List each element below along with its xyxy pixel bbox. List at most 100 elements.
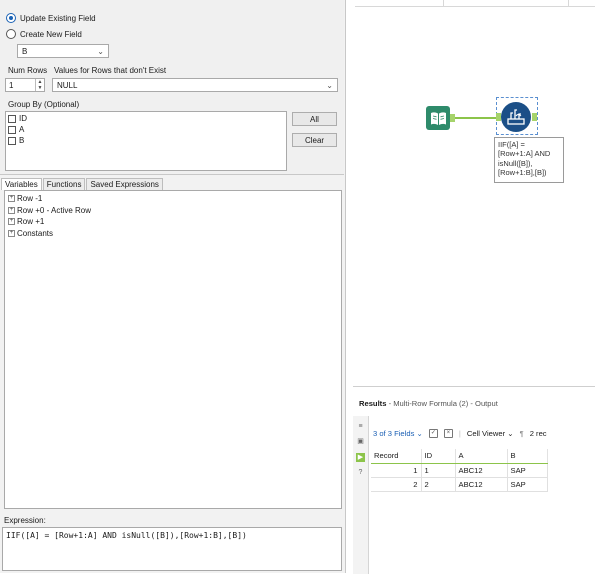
results-title: Results - Multi-Row Formula (2) - Output bbox=[359, 399, 498, 408]
help-icon[interactable]: ? bbox=[356, 468, 365, 477]
group-by-checkbox[interactable] bbox=[8, 125, 16, 134]
expand-plus-icon[interactable]: + bbox=[8, 195, 15, 203]
column-header-record[interactable]: Record bbox=[371, 449, 422, 464]
chevron-down-icon: ⌄ bbox=[97, 46, 104, 56]
data-view-icon[interactable]: ▶ bbox=[356, 453, 365, 462]
results-table: Record ID A B 1 1 ABC12 SAP 2 2 ABC12 SA… bbox=[371, 449, 548, 492]
record-cell[interactable]: 1 bbox=[371, 462, 422, 478]
pilcrow-icon[interactable]: ¶ bbox=[520, 429, 524, 438]
tab-variables[interactable]: Variables bbox=[1, 178, 42, 190]
chevron-down-icon: ⌄ bbox=[416, 428, 423, 438]
stepper-down-icon[interactable]: ▼ bbox=[36, 85, 44, 91]
top-strip bbox=[355, 0, 595, 7]
annotation-line: IIF([A] = bbox=[498, 140, 525, 149]
id-cell[interactable]: 2 bbox=[420, 476, 456, 492]
results-side-toolbar: ≡ ▣ ▶ ? bbox=[353, 416, 369, 574]
cell-viewer-toggle[interactable]: Cell Viewer ⌄ bbox=[467, 429, 514, 438]
results-panel: Results - Multi-Row Formula (2) - Output… bbox=[353, 386, 595, 574]
id-cell[interactable]: 1 bbox=[420, 462, 456, 478]
configuration-panel: Update Existing Field Create New Field B… bbox=[0, 0, 346, 573]
expand-plus-icon[interactable]: + bbox=[8, 206, 15, 214]
divider bbox=[568, 0, 569, 7]
annotation-line: [Row+1:B],[B]) bbox=[498, 168, 547, 178]
close-box-icon[interactable]: × bbox=[443, 428, 453, 438]
tree-item-label: Row -1 bbox=[17, 194, 43, 204]
connection-line bbox=[455, 117, 499, 119]
expand-plus-icon[interactable]: + bbox=[8, 229, 15, 237]
update-existing-option[interactable]: Update Existing Field bbox=[6, 13, 96, 23]
tree-item-active-row[interactable]: + Row +0 - Active Row bbox=[8, 205, 338, 217]
divider bbox=[443, 0, 444, 7]
table-icon[interactable]: ▣ bbox=[356, 437, 365, 446]
edit-icon[interactable]: ✓ bbox=[428, 428, 438, 438]
group-by-item-label: B bbox=[19, 136, 25, 145]
chevron-down-icon: ⌄ bbox=[326, 80, 333, 90]
update-existing-radio[interactable] bbox=[6, 13, 16, 23]
group-by-checkbox[interactable] bbox=[8, 136, 16, 145]
book-input-icon bbox=[430, 111, 446, 125]
create-new-option[interactable]: Create New Field bbox=[6, 29, 82, 39]
column-header-a[interactable]: A bbox=[455, 449, 508, 464]
column-header-b[interactable]: B bbox=[507, 449, 548, 464]
values-label: Values for Rows that don't Exist bbox=[54, 66, 167, 75]
record-cell[interactable]: 2 bbox=[371, 476, 422, 492]
table-header-row: Record ID A B bbox=[371, 449, 548, 464]
toolbar-divider: | bbox=[458, 428, 461, 438]
b-cell[interactable]: SAP bbox=[506, 476, 548, 492]
group-by-item-label: ID bbox=[19, 114, 27, 123]
multi-row-formula-icon bbox=[507, 109, 525, 125]
tree-item-label: Row +0 - Active Row bbox=[17, 205, 92, 215]
clear-button[interactable]: Clear bbox=[292, 133, 337, 147]
tool-annotation: IIF([A] = [Row+1:A] AND isNull([B]), [Ro… bbox=[494, 137, 564, 183]
records-count: 2 rec bbox=[529, 428, 547, 438]
column-header-id[interactable]: ID bbox=[421, 449, 456, 464]
tree-item-row-plus-1[interactable]: + Row +1 bbox=[8, 216, 338, 228]
table-row[interactable]: 2 2 ABC12 SAP bbox=[371, 476, 548, 492]
expression-label: Expression: bbox=[4, 516, 46, 525]
num-rows-value: 1 bbox=[9, 80, 14, 90]
multi-row-config: Update Existing Field Create New Field B… bbox=[0, 0, 344, 175]
group-by-item-label: A bbox=[19, 125, 25, 134]
field-select[interactable]: B ⌄ bbox=[17, 44, 109, 58]
group-by-checkbox[interactable] bbox=[8, 114, 16, 123]
variables-tree: + Row -1 + Row +0 - Active Row + Row +1 … bbox=[4, 190, 342, 509]
expression-editor[interactable]: IIF([A] = [Row+1:A] AND isNull([B]),[Row… bbox=[2, 527, 342, 571]
group-by-item[interactable]: ID bbox=[8, 113, 284, 124]
chevron-down-icon: ⌄ bbox=[507, 428, 514, 438]
list-icon[interactable]: ≡ bbox=[356, 422, 365, 431]
fields-selector[interactable]: 3 of 3 Fields ⌄ bbox=[373, 429, 423, 438]
multi-row-formula-tool[interactable] bbox=[501, 102, 531, 132]
annotation-line: [Row+1:A] AND bbox=[498, 149, 551, 159]
results-heading: Results bbox=[359, 399, 387, 408]
expand-plus-icon[interactable]: + bbox=[8, 218, 15, 226]
input-data-tool[interactable] bbox=[426, 106, 450, 130]
field-select-value: B bbox=[22, 46, 28, 56]
a-cell[interactable]: ABC12 bbox=[454, 476, 508, 492]
tree-item-label: Constants bbox=[17, 228, 54, 238]
num-rows-label: Num Rows bbox=[8, 66, 48, 75]
tree-item-constants[interactable]: + Constants bbox=[8, 228, 338, 240]
num-rows-stepper[interactable]: 1 ▲ ▼ bbox=[5, 78, 45, 92]
values-select-value: NULL bbox=[57, 80, 78, 90]
tree-item-row-minus-1[interactable]: + Row -1 bbox=[8, 193, 338, 205]
all-button[interactable]: All bbox=[292, 112, 337, 126]
results-toolbar: 3 of 3 Fields ⌄ ✓ × | Cell Viewer ⌄ ¶ 2 … bbox=[373, 426, 595, 440]
create-new-radio[interactable] bbox=[6, 29, 16, 39]
b-cell[interactable]: SAP bbox=[506, 462, 548, 478]
create-new-label: Create New Field bbox=[20, 29, 82, 39]
group-by-item[interactable]: A bbox=[8, 124, 284, 135]
tab-functions[interactable]: Functions bbox=[42, 178, 86, 190]
a-cell[interactable]: ABC12 bbox=[454, 462, 508, 478]
values-select[interactable]: NULL ⌄ bbox=[52, 78, 338, 92]
tab-saved-expressions[interactable]: Saved Expressions bbox=[86, 178, 163, 190]
group-by-item[interactable]: B bbox=[8, 135, 284, 146]
fields-label: 3 of 3 Fields bbox=[373, 428, 415, 438]
stepper-arrows[interactable]: ▲ ▼ bbox=[35, 79, 44, 91]
output-anchor[interactable] bbox=[532, 113, 537, 121]
tree-item-label: Row +1 bbox=[17, 217, 45, 227]
workflow-canvas[interactable]: IIF([A] = [Row+1:A] AND isNull([B]), [Ro… bbox=[347, 0, 595, 385]
cell-viewer-label: Cell Viewer bbox=[466, 428, 506, 438]
table-row[interactable]: 1 1 ABC12 SAP bbox=[371, 462, 548, 478]
annotation-line: isNull([B]), bbox=[498, 158, 533, 168]
group-by-list: ID A B bbox=[5, 111, 287, 171]
